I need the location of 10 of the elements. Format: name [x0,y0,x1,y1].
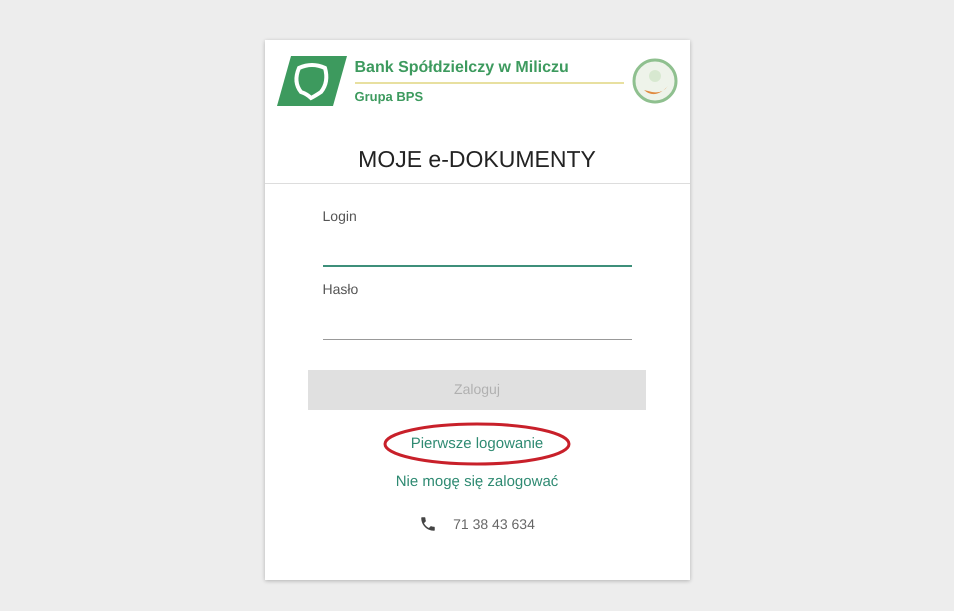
field-label: Login [322,206,358,226]
bank-group: Grupa BPS [354,86,624,106]
phone-number: 71 38 43 634 [453,514,535,534]
link[interactable]: Nie mogę się zalogować [396,470,558,493]
page-title: MOJE e-DOKUMENTY [264,142,690,184]
bank-logo-icon [276,54,346,108]
phone-icon [419,515,438,533]
bank-name: Bank Spółdzielczy w Miliczu [354,56,624,84]
emblem-icon [632,58,678,104]
field-label: Hasło [322,280,360,298]
